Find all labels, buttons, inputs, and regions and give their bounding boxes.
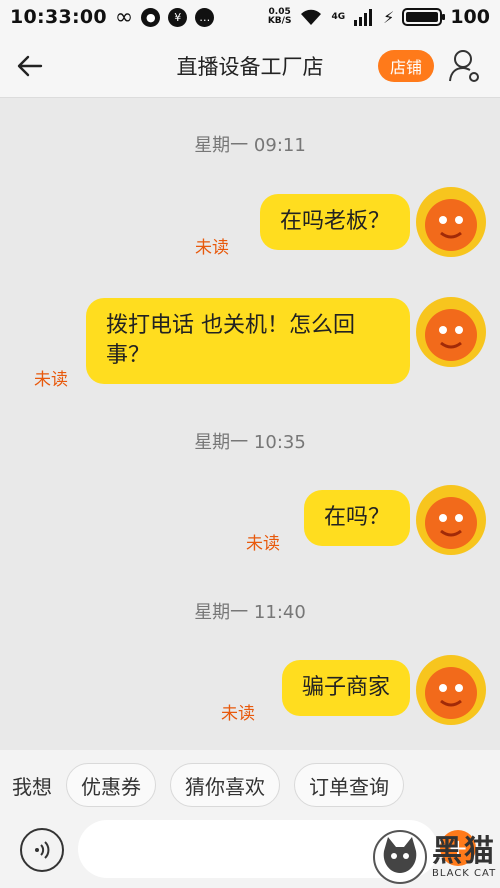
voice-button[interactable] <box>20 828 64 872</box>
message-bubble[interactable]: 在吗老板？ <box>259 194 410 250</box>
chat-header: 直播设备工厂店 店铺 <box>0 34 500 98</box>
status-time: 10:33:00 <box>10 6 107 28</box>
chip-order-query[interactable]: 订单查询 <box>294 763 404 807</box>
quick-label: 我想 <box>12 774 52 799</box>
quick-reply-bar: 我想 优惠券 猜你喜欢 订单查询 <box>0 750 500 820</box>
message-icon: … <box>195 7 215 27</box>
infinity-icon: ∞ <box>114 4 134 30</box>
battery-level: 100 <box>450 6 490 28</box>
status-bar: 10:33:00 ∞ ● ¥ … 0.05 KB/S 4G ⚡ 100 <box>0 0 500 34</box>
message-line: 事？ <box>106 343 151 368</box>
black-cat-logo-icon <box>373 830 427 884</box>
message-line: 拨打电话 也关机！怎么回 <box>106 313 355 338</box>
watermark-cn: 黑猫 <box>432 833 496 869</box>
unread-status: 未读 <box>34 370 68 390</box>
chat-bubble-icon: ● <box>141 7 161 27</box>
back-arrow-icon <box>17 55 43 76</box>
signal-icon <box>354 9 373 26</box>
avatar[interactable] <box>414 295 488 369</box>
watermark: 黑猫 BLACK CAT <box>372 826 498 888</box>
back-button[interactable] <box>0 34 60 98</box>
unread-status: 未读 <box>221 704 255 724</box>
user-settings-icon <box>449 50 479 82</box>
charging-icon: ⚡ <box>383 7 395 27</box>
timestamp: 星期一 10:35 <box>194 432 306 453</box>
message-bubble[interactable]: 拨打电话 也关机！怎么回 事？ <box>86 298 410 384</box>
battery-icon <box>402 8 446 26</box>
chip-recommend[interactable]: 猜你喜欢 <box>170 763 280 807</box>
chat-area[interactable]: 星期一 09:11 未读 在吗老板？ 未读 拨打电话 也关机！怎么回 事？ 星期… <box>0 99 500 750</box>
avatar[interactable] <box>414 653 488 727</box>
message-bubble[interactable]: 骗子商家 <box>281 660 410 716</box>
net-speed: 0.05 KB/S <box>267 7 292 26</box>
wifi-icon <box>301 9 322 25</box>
message-bubble[interactable]: 在吗？ <box>303 490 410 546</box>
watermark-en: BLACK CAT <box>432 867 497 879</box>
input-bar: + 黑猫 BLACK CAT <box>0 820 500 888</box>
voice-icon <box>35 841 50 859</box>
unread-status: 未读 <box>195 238 229 258</box>
unread-status: 未读 <box>246 534 280 554</box>
avatar[interactable] <box>414 185 488 259</box>
profile-button[interactable] <box>448 48 482 84</box>
avatar[interactable] <box>414 483 488 557</box>
chip-coupon[interactable]: 优惠券 <box>66 763 156 807</box>
network-type: 4G <box>331 12 346 22</box>
timestamp: 星期一 09:11 <box>194 135 306 156</box>
yuan-icon: ¥ <box>168 7 188 27</box>
timestamp: 星期一 11:40 <box>194 602 306 623</box>
shop-button[interactable]: 店铺 <box>377 50 434 82</box>
